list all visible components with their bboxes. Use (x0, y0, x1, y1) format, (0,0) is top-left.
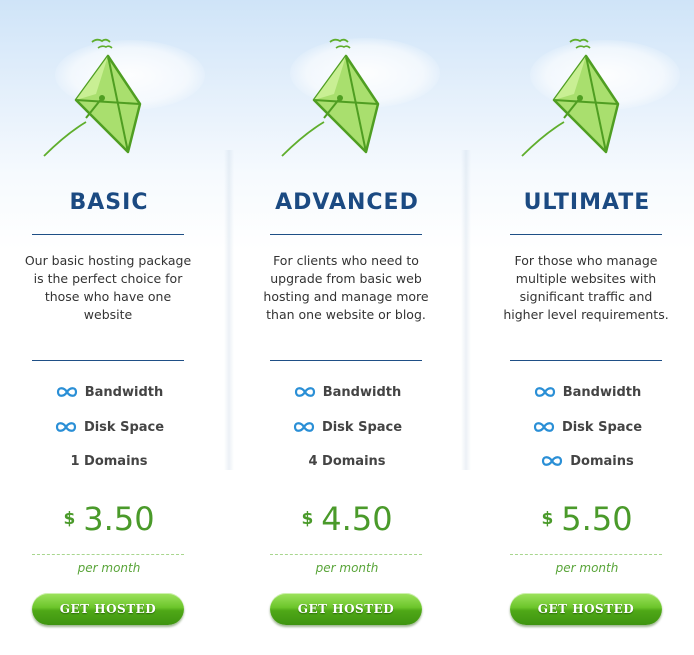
plan-card-advanced: ADVANCED For clients who need to upgrade… (232, 0, 462, 655)
plan-title: BASIC (69, 190, 149, 215)
get-hosted-button[interactable]: GET HOSTED (510, 593, 662, 625)
dashed-divider (270, 554, 422, 555)
divider (510, 234, 662, 235)
divider (32, 360, 184, 361)
infinity-icon (540, 454, 564, 468)
get-hosted-button[interactable]: GET HOSTED (32, 593, 184, 625)
plan-card-ultimate: ULTIMATE For those who manage multiple w… (472, 0, 694, 655)
plan-description: For clients who need to upgrade from bas… (263, 253, 429, 322)
feature-bandwidth: Bandwidth (472, 382, 694, 402)
price-period: per month (315, 561, 379, 575)
feature-label: 1 Domains (70, 453, 148, 469)
feature-domains: 1 Domains (0, 451, 224, 471)
infinity-icon (54, 420, 78, 434)
currency-symbol: $ (63, 509, 76, 529)
feature-bandwidth: Bandwidth (0, 382, 224, 402)
feature-disk-space: Disk Space (232, 417, 462, 437)
infinity-icon (532, 420, 556, 434)
feature-domains: 4 Domains (232, 451, 462, 471)
feature-label: Disk Space (561, 419, 643, 435)
feature-disk-space: Disk Space (472, 417, 694, 437)
price-period: per month (77, 561, 141, 575)
divider (32, 234, 184, 235)
dashed-divider (32, 554, 184, 555)
kite-icon (274, 34, 404, 164)
feature-label: Bandwidth (562, 384, 642, 400)
currency-symbol: $ (301, 509, 314, 529)
infinity-icon (533, 385, 557, 399)
feature-disk-space: Disk Space (0, 417, 224, 437)
plan-price: $3.50 (0, 500, 224, 538)
plan-title: ULTIMATE (523, 190, 651, 215)
feature-label: Disk Space (83, 419, 165, 435)
feature-label: Bandwidth (84, 384, 164, 400)
plan-price: $4.50 (232, 500, 462, 538)
get-hosted-button[interactable]: GET HOSTED (270, 593, 422, 625)
feature-label: Bandwidth (322, 384, 402, 400)
infinity-icon (292, 420, 316, 434)
plan-description: Our basic hosting package is the perfect… (24, 253, 192, 322)
pricing-table: BASIC Our basic hosting package is the p… (0, 0, 694, 655)
dashed-divider (510, 554, 662, 555)
infinity-icon (293, 385, 317, 399)
feature-domains: Domains (472, 451, 694, 471)
divider (510, 360, 662, 361)
infinity-icon (55, 385, 79, 399)
kite-icon (36, 34, 166, 164)
currency-symbol: $ (541, 509, 554, 529)
feature-label: Domains (570, 453, 634, 469)
plan-description: For those who manage multiple websites w… (503, 253, 669, 322)
price-amount: 5.50 (561, 500, 633, 538)
kite-icon (514, 34, 644, 164)
plan-card-basic: BASIC Our basic hosting package is the p… (0, 0, 224, 655)
divider (270, 360, 422, 361)
feature-label: 4 Domains (308, 453, 386, 469)
feature-bandwidth: Bandwidth (232, 382, 462, 402)
plan-price: $5.50 (472, 500, 694, 538)
price-amount: 3.50 (83, 500, 155, 538)
price-amount: 4.50 (321, 500, 393, 538)
feature-label: Disk Space (321, 419, 403, 435)
price-period: per month (555, 561, 619, 575)
plan-title: ADVANCED (275, 190, 419, 215)
divider (270, 234, 422, 235)
